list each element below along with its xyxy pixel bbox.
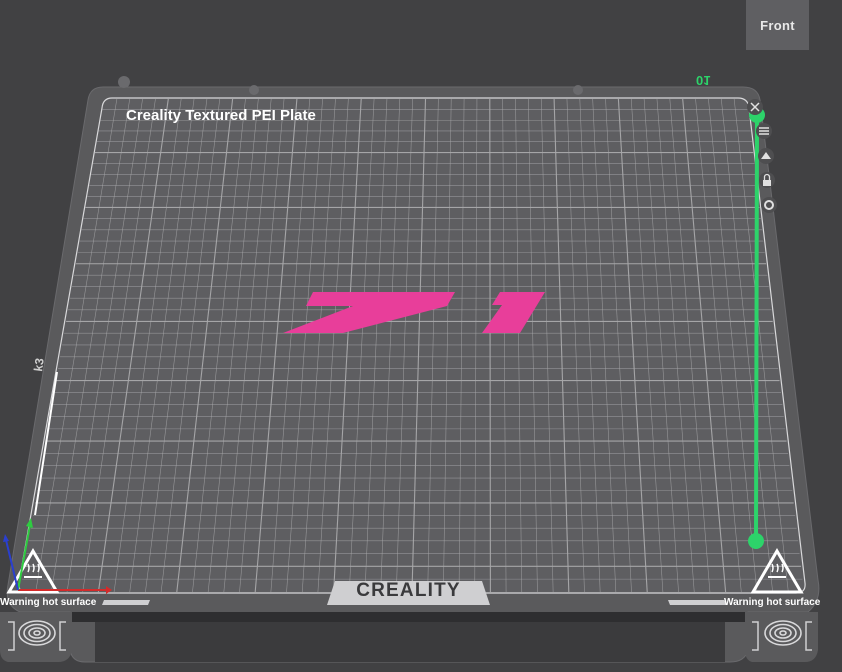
3d-viewport[interactable]: k3 Front Creality Textured PEI Plate 01 …: [0, 0, 842, 672]
plate-clip: [249, 85, 259, 95]
build-plate-scene: k3: [0, 76, 820, 663]
plate-clip: [118, 76, 130, 88]
arrange-icon[interactable]: [756, 123, 772, 139]
plate-side-marking: k3: [31, 357, 47, 372]
plate-bottom-stripe-left: [102, 600, 150, 605]
front-view-button[interactable]: Front: [746, 0, 809, 50]
plate-ledge: [70, 612, 748, 622]
plate-brand: CREALITY: [356, 580, 461, 601]
slice-icon[interactable]: [758, 148, 774, 164]
z-slider-bottom-handle[interactable]: [748, 533, 764, 549]
plate-title: Creality Textured PEI Plate: [126, 107, 316, 124]
plate-tab-left: [0, 612, 72, 662]
plate-bottom-face: [95, 622, 725, 662]
plate-number: 01: [696, 73, 711, 88]
plate-bottom-stripe-right: [668, 600, 728, 605]
warning-label-right: Warning hot surface: [724, 597, 821, 608]
print-surface[interactable]: [18, 97, 806, 594]
plate-clip: [573, 85, 583, 95]
settings-icon[interactable]: [761, 197, 777, 213]
grid-line-vertical: [489, 98, 491, 593]
z-slider-track[interactable]: [754, 114, 759, 542]
warning-label-left: Warning hot surface: [0, 597, 97, 608]
z-axis-arrow: [3, 534, 9, 542]
plate-tab-right: [745, 612, 818, 662]
close-icon[interactable]: [747, 99, 763, 115]
lock-icon[interactable]: [759, 172, 775, 188]
